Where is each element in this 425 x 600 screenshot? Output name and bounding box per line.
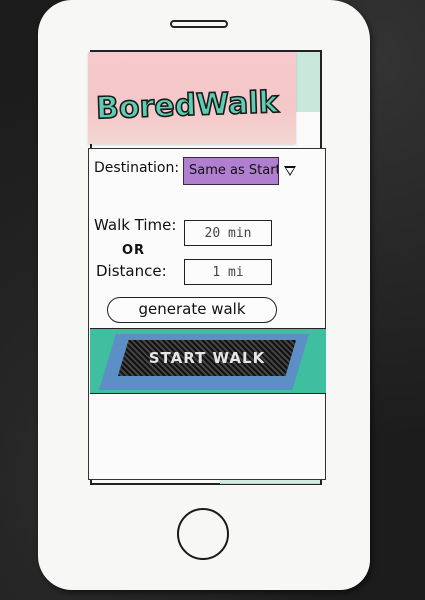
speaker-slot-icon: [170, 20, 228, 28]
walk-time-input[interactable]: [184, 220, 272, 246]
destination-dropdown[interactable]: Same as Start: [183, 157, 279, 185]
tape-strip: [296, 52, 320, 112]
generate-walk-button[interactable]: generate walk: [107, 297, 277, 323]
chevron-down-icon[interactable]: [284, 166, 296, 176]
start-walk-button[interactable]: START WALK: [118, 340, 296, 376]
app-logo: BoredWalk: [95, 84, 280, 127]
destination-label: Destination:: [94, 160, 180, 176]
walk-time-label: Walk Time:: [94, 216, 177, 234]
distance-label: Distance:: [96, 262, 167, 280]
empty-content-area: [90, 396, 324, 478]
or-label: OR: [122, 243, 146, 258]
distance-input[interactable]: [184, 259, 272, 285]
home-button-icon[interactable]: [177, 508, 229, 560]
